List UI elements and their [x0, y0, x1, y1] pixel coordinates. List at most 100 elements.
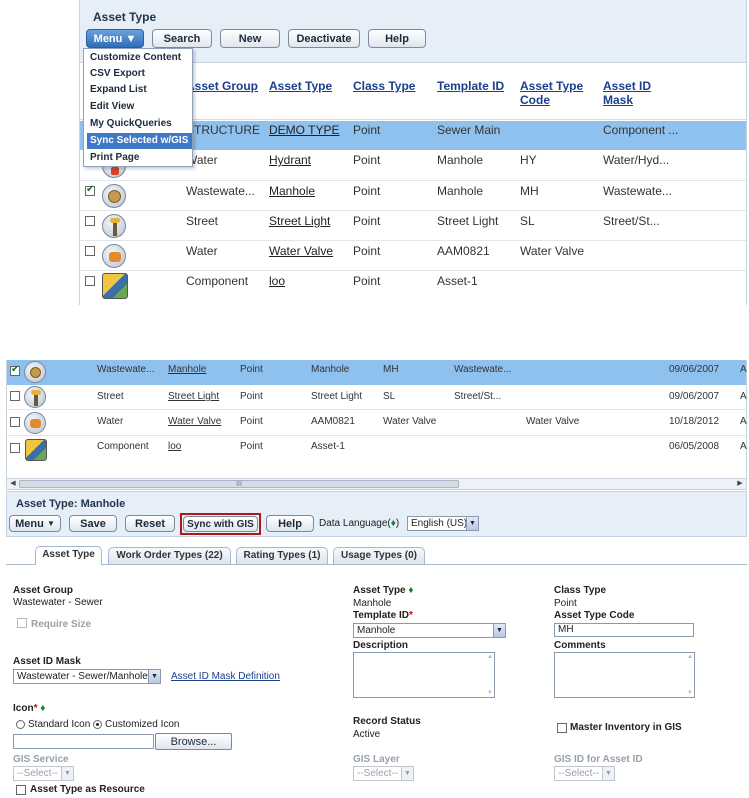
asset-type-as-resource-checkbox[interactable] — [16, 785, 26, 795]
component-icon — [25, 439, 47, 461]
cell-asset-type-code: Water Valve — [383, 416, 437, 427]
gis-service-select[interactable]: --Select-- ▼ — [13, 766, 74, 781]
master-inventory-label: Master Inventory in GIS — [570, 722, 682, 733]
textarea-scroll-down-icon[interactable]: ▼ — [487, 690, 493, 696]
textarea-scroll-up-icon[interactable]: ▲ — [687, 654, 693, 660]
scrollbar-thumb[interactable]: III — [19, 480, 459, 488]
row-checkbox[interactable] — [85, 246, 95, 256]
asset-type-code-input[interactable]: MH — [554, 623, 694, 637]
template-id-select[interactable]: Manhole ▼ — [353, 623, 506, 638]
cell-asset-type[interactable]: loo — [168, 441, 181, 452]
description-textarea[interactable]: ▲ ▼ — [353, 652, 495, 698]
menu-item-print-page[interactable]: Print Page — [87, 150, 192, 166]
browse-button[interactable]: Browse... — [155, 733, 232, 750]
col-asset-type[interactable]: Asset Type — [269, 79, 332, 93]
cell-asset-type[interactable]: DEMO TYPE — [269, 123, 339, 137]
col-asset-type-code[interactable]: Asset Type Code — [520, 79, 590, 107]
textarea-scroll-down-icon[interactable]: ▼ — [687, 690, 693, 696]
cell-asset-type[interactable]: Manhole — [168, 364, 206, 375]
table-row[interactable]: Water Water Valve Point AAM0821 Water Va… — [7, 411, 747, 436]
gis-service-value: --Select-- — [17, 768, 59, 779]
cell-asset-type[interactable]: Street Light — [168, 391, 219, 402]
row-checkbox[interactable] — [10, 391, 20, 401]
save-button[interactable]: Save — [69, 515, 117, 532]
textarea-scroll-up-icon[interactable]: ▲ — [487, 654, 493, 660]
chevron-down-icon: ▼ — [148, 670, 160, 683]
menu-button[interactable]: Menu ▼ — [86, 29, 144, 48]
row-checkbox[interactable] — [85, 184, 95, 196]
cell-asset-type[interactable]: loo — [269, 274, 285, 288]
customized-icon-radio[interactable] — [93, 720, 102, 729]
water-valve-icon — [24, 412, 46, 434]
table-row[interactable]: Street Street Light Point Street Light S… — [80, 211, 746, 241]
required-asterisk: * — [33, 703, 38, 714]
manhole-icon — [102, 184, 126, 208]
asset-id-mask-select[interactable]: Wastewater - Sewer/Manhole ▼ — [13, 669, 161, 684]
cell-asset-type[interactable]: Water Valve — [168, 416, 221, 427]
row-checkbox[interactable] — [10, 417, 20, 427]
col-asset-group[interactable]: Asset Group — [186, 79, 258, 93]
table-row[interactable]: Water Water Valve Point AAM0821 Water Va… — [80, 241, 746, 271]
tab-asset-type[interactable]: Asset Type — [35, 546, 102, 565]
table-row[interactable]: Component loo Point Asset-1 06/05/2008 A — [7, 437, 747, 463]
cell-date: 06/05/2008 — [669, 441, 720, 452]
description-label: Description — [353, 640, 409, 651]
menu-item-my-quickqueries[interactable]: My QuickQueries — [87, 116, 192, 132]
tab-usage-types[interactable]: Usage Types (0) — [333, 547, 425, 564]
reset-button[interactable]: Reset — [125, 515, 175, 532]
tab-rating-types[interactable]: Rating Types (1) — [236, 547, 328, 564]
cell-asset-type[interactable]: Street Light — [269, 214, 330, 228]
cell-asset-type-code: MH — [520, 184, 539, 198]
gis-id-for-asset-id-select[interactable]: --Select-- ▼ — [554, 766, 615, 781]
gis-layer-select[interactable]: --Select-- ▼ — [353, 766, 414, 781]
scroll-left-arrow-icon[interactable]: ◀ — [8, 479, 18, 489]
menu-item-sync-selected-gis[interactable]: Sync Selected w/GIS — [87, 133, 192, 149]
comments-textarea[interactable]: ▲ ▼ — [554, 652, 695, 698]
menu-label: Menu — [93, 32, 123, 45]
standard-icon-radio[interactable] — [16, 720, 25, 729]
table-row[interactable]: Wastewate... Manhole Point Manhole MH Wa… — [80, 181, 746, 211]
row-checkbox[interactable] — [85, 216, 95, 226]
help-button[interactable]: Help — [368, 29, 426, 48]
cell-asset-type[interactable]: Manhole — [269, 184, 315, 198]
chevron-down-icon: ▼ — [493, 624, 505, 637]
menu-item-csv-export[interactable]: CSV Export — [87, 66, 192, 82]
cell-class-type: Point — [353, 274, 381, 288]
new-button[interactable]: New — [220, 29, 280, 48]
detail-menu-button[interactable]: Menu ▼ — [9, 515, 61, 532]
sync-with-gis-button[interactable]: Sync with GIS — [183, 516, 258, 532]
icon-file-input[interactable] — [13, 734, 154, 749]
col-class-type[interactable]: Class Type — [353, 79, 415, 93]
tab-work-order-types[interactable]: Work Order Types (22) — [108, 547, 231, 564]
require-size-checkbox[interactable] — [17, 618, 27, 628]
deactivate-button[interactable]: Deactivate — [288, 29, 360, 48]
cell-class-type: Point — [240, 441, 263, 452]
search-button[interactable]: Search — [152, 29, 212, 48]
asset-type-as-resource-label: Asset Type as Resource — [30, 784, 145, 795]
cell-asset-type[interactable]: Water Valve — [269, 244, 333, 258]
menu-item-customize-content[interactable]: Customize Content — [87, 50, 192, 66]
bottom-grid: Wastewate... Manhole Point Manhole MH Wa… — [6, 360, 747, 490]
master-inventory-checkbox[interactable] — [557, 723, 567, 733]
row-checkbox[interactable] — [10, 443, 20, 453]
cell-asset-type[interactable]: Hydrant — [269, 153, 311, 167]
menu-item-edit-view[interactable]: Edit View — [87, 99, 192, 115]
table-row[interactable]: Component loo Point Asset-1 — [80, 271, 746, 302]
table-row[interactable]: Street Street Light Point Street Light S… — [7, 385, 747, 410]
cell-tail: A — [740, 416, 747, 427]
scroll-grip: III — [236, 481, 242, 488]
detail-help-button[interactable]: Help — [266, 515, 314, 532]
row-checkbox[interactable] — [85, 276, 95, 286]
col-asset-id-mask[interactable]: Asset ID Mask — [603, 79, 663, 107]
horizontal-scrollbar[interactable]: ◀ III ▶ — [7, 478, 746, 489]
row-checkbox[interactable] — [10, 364, 20, 376]
scroll-right-arrow-icon[interactable]: ▶ — [735, 479, 745, 489]
cell-asset-group: Wastewate... — [97, 364, 155, 375]
gis-layer-label: GIS Layer — [353, 754, 400, 765]
menu-item-expand-list[interactable]: Expand List — [87, 82, 192, 98]
table-row[interactable]: Wastewate... Manhole Point Manhole MH Wa… — [7, 360, 747, 385]
col-template-id[interactable]: Template ID — [437, 79, 504, 93]
asset-id-mask-definition-link[interactable]: Asset ID Mask Definition — [171, 671, 280, 682]
cell-extra: Water Valve — [526, 416, 580, 427]
data-language-select[interactable]: English (US) ▼ — [407, 516, 479, 531]
